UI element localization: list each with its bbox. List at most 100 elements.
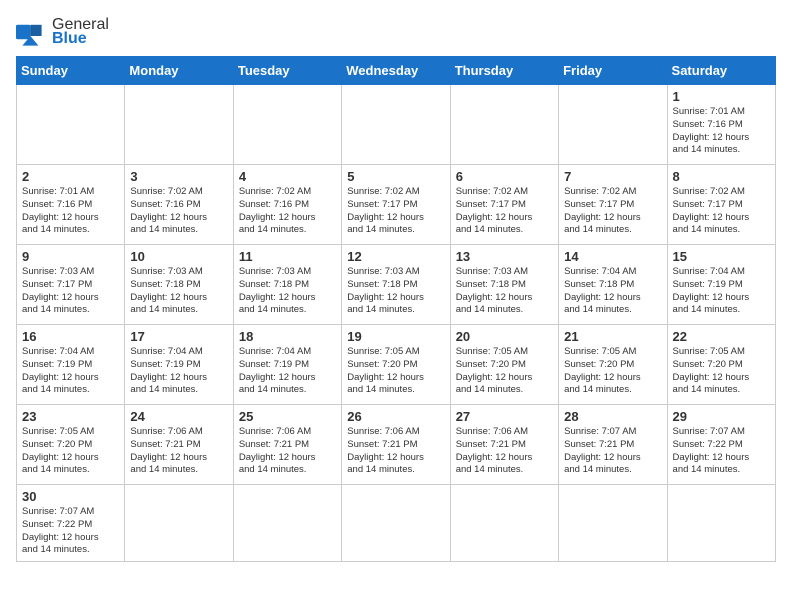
- day-info: Sunrise: 7:05 AM Sunset: 7:20 PM Dayligh…: [564, 346, 661, 397]
- day-info: Sunrise: 7:05 AM Sunset: 7:20 PM Dayligh…: [22, 426, 119, 477]
- day-number: 25: [239, 409, 336, 424]
- day-number: 7: [564, 169, 661, 184]
- calendar-cell: 1Sunrise: 7:01 AM Sunset: 7:16 PM Daylig…: [667, 85, 775, 165]
- day-number: 28: [564, 409, 661, 424]
- day-info: Sunrise: 7:06 AM Sunset: 7:21 PM Dayligh…: [130, 426, 227, 477]
- day-number: 3: [130, 169, 227, 184]
- calendar-cell: 20 Sunrise: 7:05 AM Sunset: 7:20 PM Dayli…: [450, 325, 558, 405]
- day-info: Sunrise: 7:03 AM Sunset: 7:18 PM Dayligh…: [347, 266, 444, 317]
- day-number: 13: [456, 249, 553, 264]
- day-info: Sunrise: 7:02 AM Sunset: 7:17 PM Dayligh…: [456, 186, 553, 237]
- calendar-cell: [559, 85, 667, 165]
- day-info: Sunrise: 7:07 AM Sunset: 7:22 PM Dayligh…: [22, 506, 119, 557]
- calendar-cell: 26 Sunrise: 7:06 AM Sunset: 7:21 PM Dayli…: [342, 405, 450, 485]
- day-number: 30: [22, 489, 119, 504]
- day-info: Sunrise: 7:05 AM Sunset: 7:20 PM Dayligh…: [456, 346, 553, 397]
- week-row-1: 2 Sunrise: 7:01 AM Sunset: 7:16 PM Daylig…: [17, 165, 776, 245]
- day-info: Sunrise: 7:01 AM Sunset: 7:16 PM Dayligh…: [22, 186, 119, 237]
- calendar-cell: 17 Sunrise: 7:04 AM Sunset: 7:19 PM Dayli…: [125, 325, 233, 405]
- day-info: Sunrise: 7:05 AM Sunset: 7:20 PM Dayligh…: [673, 346, 770, 397]
- day-info: Sunrise: 7:04 AM Sunset: 7:18 PM Dayligh…: [564, 266, 661, 317]
- calendar-cell: 12 Sunrise: 7:03 AM Sunset: 7:18 PM Dayli…: [342, 245, 450, 325]
- day-number: 2: [22, 169, 119, 184]
- day-number: 26: [347, 409, 444, 424]
- calendar-cell: 11 Sunrise: 7:03 AM Sunset: 7:18 PM Dayli…: [233, 245, 341, 325]
- day-number: 20: [456, 329, 553, 344]
- calendar-cell: 19Sunrise: 7:05 AM Sunset: 7:20 PM Dayli…: [342, 325, 450, 405]
- week-row-3: 16 Sunrise: 7:04 AM Sunset: 7:19 PM Dayli…: [17, 325, 776, 405]
- calendar-cell: 4 Sunrise: 7:02 AM Sunset: 7:16 PM Daylig…: [233, 165, 341, 245]
- logo-icon: [16, 18, 48, 46]
- calendar-cell: 10Sunrise: 7:03 AM Sunset: 7:18 PM Dayli…: [125, 245, 233, 325]
- day-info: Sunrise: 7:04 AM Sunset: 7:19 PM Dayligh…: [22, 346, 119, 397]
- day-info: Sunrise: 7:04 AM Sunset: 7:19 PM Dayligh…: [673, 266, 770, 317]
- calendar-table: SundayMondayTuesdayWednesdayThursdayFrid…: [16, 56, 776, 562]
- weekday-header-tuesday: Tuesday: [233, 57, 341, 85]
- day-number: 22: [673, 329, 770, 344]
- calendar-cell: [125, 485, 233, 562]
- day-info: Sunrise: 7:06 AM Sunset: 7:21 PM Dayligh…: [347, 426, 444, 477]
- weekday-header-wednesday: Wednesday: [342, 57, 450, 85]
- day-number: 1: [673, 89, 770, 104]
- calendar-cell: 25 Sunrise: 7:06 AM Sunset: 7:21 PM Dayli…: [233, 405, 341, 485]
- week-row-0: 1Sunrise: 7:01 AM Sunset: 7:16 PM Daylig…: [17, 85, 776, 165]
- day-info: Sunrise: 7:06 AM Sunset: 7:21 PM Dayligh…: [239, 426, 336, 477]
- day-number: 24: [130, 409, 227, 424]
- calendar-cell: [233, 485, 341, 562]
- day-number: 11: [239, 249, 336, 264]
- calendar-cell: [233, 85, 341, 165]
- calendar-cell: [342, 485, 450, 562]
- day-number: 8: [673, 169, 770, 184]
- calendar-cell: 14Sunrise: 7:04 AM Sunset: 7:18 PM Dayli…: [559, 245, 667, 325]
- day-info: Sunrise: 7:07 AM Sunset: 7:21 PM Dayligh…: [564, 426, 661, 477]
- day-info: Sunrise: 7:03 AM Sunset: 7:18 PM Dayligh…: [456, 266, 553, 317]
- week-row-2: 9Sunrise: 7:03 AM Sunset: 7:17 PM Daylig…: [17, 245, 776, 325]
- calendar-cell: 27 Sunrise: 7:06 AM Sunset: 7:21 PM Dayli…: [450, 405, 558, 485]
- day-number: 15: [673, 249, 770, 264]
- day-number: 9: [22, 249, 119, 264]
- calendar-cell: 23Sunrise: 7:05 AM Sunset: 7:20 PM Dayli…: [17, 405, 125, 485]
- calendar-cell: 22 Sunrise: 7:05 AM Sunset: 7:20 PM Dayli…: [667, 325, 775, 405]
- day-info: Sunrise: 7:02 AM Sunset: 7:16 PM Dayligh…: [239, 186, 336, 237]
- day-number: 16: [22, 329, 119, 344]
- day-number: 4: [239, 169, 336, 184]
- calendar-cell: 2 Sunrise: 7:01 AM Sunset: 7:16 PM Daylig…: [17, 165, 125, 245]
- day-number: 10: [130, 249, 227, 264]
- calendar-cell: 18 Sunrise: 7:04 AM Sunset: 7:19 PM Dayli…: [233, 325, 341, 405]
- calendar-cell: 16 Sunrise: 7:04 AM Sunset: 7:19 PM Dayli…: [17, 325, 125, 405]
- calendar-cell: 6 Sunrise: 7:02 AM Sunset: 7:17 PM Daylig…: [450, 165, 558, 245]
- calendar-cell: [450, 485, 558, 562]
- calendar-cell: [450, 85, 558, 165]
- logo: General Blue: [16, 16, 109, 48]
- weekday-header-saturday: Saturday: [667, 57, 775, 85]
- logo-text: General Blue: [52, 16, 109, 48]
- day-info: Sunrise: 7:02 AM Sunset: 7:17 PM Dayligh…: [564, 186, 661, 237]
- day-info: Sunrise: 7:05 AM Sunset: 7:20 PM Dayligh…: [347, 346, 444, 397]
- calendar-cell: 24 Sunrise: 7:06 AM Sunset: 7:21 PM Dayli…: [125, 405, 233, 485]
- day-number: 18: [239, 329, 336, 344]
- calendar-cell: [17, 85, 125, 165]
- calendar-cell: 13 Sunrise: 7:03 AM Sunset: 7:18 PM Dayli…: [450, 245, 558, 325]
- day-info: Sunrise: 7:06 AM Sunset: 7:21 PM Dayligh…: [456, 426, 553, 477]
- calendar-cell: [125, 85, 233, 165]
- day-info: Sunrise: 7:02 AM Sunset: 7:17 PM Dayligh…: [673, 186, 770, 237]
- weekday-header-sunday: Sunday: [17, 57, 125, 85]
- calendar-cell: 29Sunrise: 7:07 AM Sunset: 7:22 PM Dayli…: [667, 405, 775, 485]
- day-info: Sunrise: 7:07 AM Sunset: 7:22 PM Dayligh…: [673, 426, 770, 477]
- day-info: Sunrise: 7:04 AM Sunset: 7:19 PM Dayligh…: [130, 346, 227, 397]
- day-number: 12: [347, 249, 444, 264]
- day-number: 6: [456, 169, 553, 184]
- day-number: 17: [130, 329, 227, 344]
- day-info: Sunrise: 7:04 AM Sunset: 7:19 PM Dayligh…: [239, 346, 336, 397]
- day-info: Sunrise: 7:03 AM Sunset: 7:18 PM Dayligh…: [239, 266, 336, 317]
- calendar-cell: 9Sunrise: 7:03 AM Sunset: 7:17 PM Daylig…: [17, 245, 125, 325]
- page-header: General Blue: [16, 16, 776, 48]
- weekday-header-row: SundayMondayTuesdayWednesdayThursdayFrid…: [17, 57, 776, 85]
- calendar-cell: [342, 85, 450, 165]
- day-info: Sunrise: 7:02 AM Sunset: 7:17 PM Dayligh…: [347, 186, 444, 237]
- day-number: 27: [456, 409, 553, 424]
- calendar-cell: 28 Sunrise: 7:07 AM Sunset: 7:21 PM Dayli…: [559, 405, 667, 485]
- week-row-4: 23Sunrise: 7:05 AM Sunset: 7:20 PM Dayli…: [17, 405, 776, 485]
- calendar-cell: [667, 485, 775, 562]
- weekday-header-friday: Friday: [559, 57, 667, 85]
